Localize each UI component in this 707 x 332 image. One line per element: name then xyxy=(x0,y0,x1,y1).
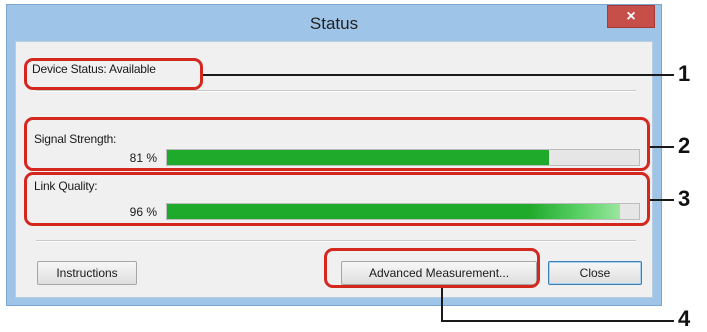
instructions-button[interactable]: Instructions xyxy=(37,261,137,285)
callout-frame-2 xyxy=(24,117,650,171)
callout-frame-1 xyxy=(24,58,203,90)
dialog-title: Status xyxy=(309,14,359,33)
callout-frame-3 xyxy=(24,172,650,226)
leader-line-3 xyxy=(650,199,674,201)
title-bar[interactable]: Status × xyxy=(7,5,661,41)
separator xyxy=(36,90,636,92)
close-button[interactable]: Close xyxy=(548,261,642,285)
leader-line-4-vertical xyxy=(441,288,443,321)
callout-number-4: 4 xyxy=(678,306,691,331)
callout-number-3: 3 xyxy=(678,186,691,211)
callout-number-1: 1 xyxy=(678,61,691,86)
callout-frame-4 xyxy=(324,248,540,288)
callout-number-2: 2 xyxy=(678,133,691,158)
close-icon[interactable]: × xyxy=(607,5,655,28)
leader-line-4-horizontal xyxy=(441,320,674,322)
leader-line-2 xyxy=(650,146,674,148)
separator xyxy=(36,240,636,242)
leader-line-1 xyxy=(203,74,674,76)
